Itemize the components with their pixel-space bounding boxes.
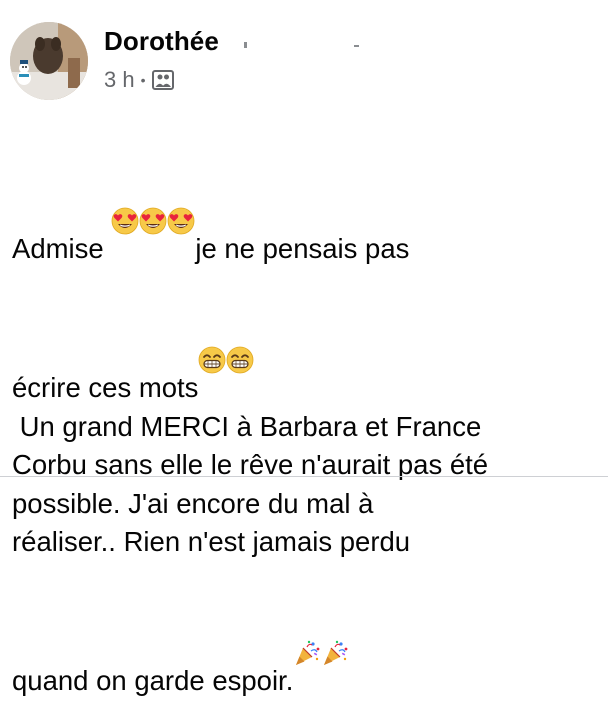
post-message: Admise je ne pensais pas écrire ces mots xyxy=(12,130,602,701)
meta-separator: • xyxy=(140,72,146,88)
message-text: Admise xyxy=(12,233,112,265)
author-name[interactable]: Dorothée xyxy=(104,26,219,57)
message-line: possible. J'ai encore du mal à xyxy=(12,485,602,524)
message-line: réaliser.. Rien n'est jamais perdu xyxy=(12,523,602,562)
heart-eyes-emoji-icon xyxy=(111,130,139,235)
message-text: possible. J'ai encore du mal à xyxy=(12,487,374,519)
message-text: Un grand MERCI à Barbara et France xyxy=(12,410,482,442)
facebook-post: Dorothée 3 h • Admise je ne pensais pas … xyxy=(0,0,608,696)
message-text: réaliser.. Rien n'est jamais perdu xyxy=(12,526,411,558)
grin-emoji-icon xyxy=(198,269,226,374)
heart-eyes-emoji-icon xyxy=(139,130,167,235)
grin-emoji-icon xyxy=(226,269,254,374)
post-timestamp[interactable]: 3 h xyxy=(104,67,135,93)
message-line: écrire ces mots xyxy=(12,269,602,408)
message-line: Corbu sans elle le rêve n'aurait pas été xyxy=(12,446,602,485)
redaction-mark xyxy=(354,45,359,47)
heart-eyes-emoji-icon xyxy=(167,130,195,235)
avatar[interactable] xyxy=(10,22,88,100)
post-meta: 3 h • xyxy=(104,67,174,93)
avatar-photo xyxy=(10,22,88,100)
divider xyxy=(0,476,608,477)
post-header: Dorothée 3 h • xyxy=(10,22,600,102)
friends-album-icon[interactable] xyxy=(151,70,174,90)
party-popper-emoji-icon xyxy=(293,562,321,666)
redaction-mark xyxy=(244,42,247,48)
message-line: quand on garde espoir. xyxy=(12,562,602,701)
party-popper-emoji-icon xyxy=(321,562,349,666)
message-line: Un grand MERCI à Barbara et France xyxy=(12,408,602,447)
message-text: je ne pensais pas xyxy=(195,233,410,265)
message-text: quand on garde espoir. xyxy=(12,665,294,697)
message-text: écrire ces mots xyxy=(12,371,199,403)
message-line: Admise je ne pensais pas xyxy=(12,130,602,269)
